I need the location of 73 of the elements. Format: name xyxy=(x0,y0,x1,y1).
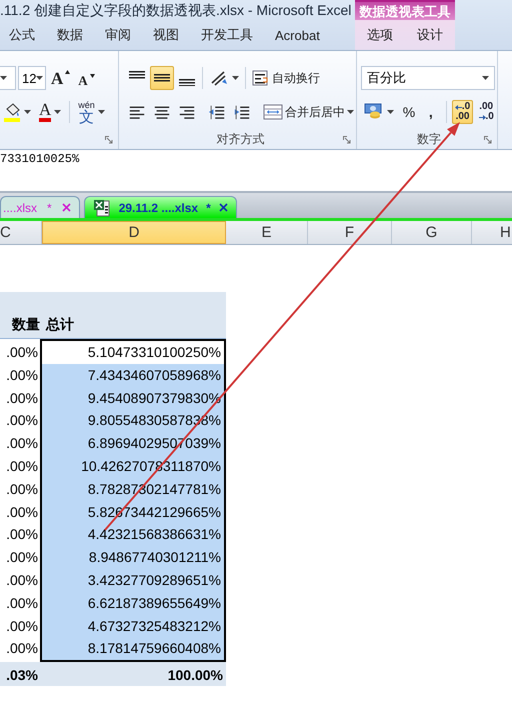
down-triangle-icon xyxy=(90,74,95,78)
context-group-title: 数据透视表工具 xyxy=(355,0,455,20)
excel-file-icon xyxy=(92,198,111,216)
launcher-icon xyxy=(105,136,113,144)
window-title: .11.2 创建自定义字段的数据透视表.xlsx - Microsoft Excel xyxy=(0,1,352,20)
up-triangle-icon xyxy=(65,70,70,74)
decrease-decimal-button[interactable]: .00 .0 xyxy=(475,100,497,124)
money-icon xyxy=(364,103,384,121)
table-cell: 8.17814759660408% xyxy=(42,637,224,660)
caret-icon xyxy=(482,76,489,80)
formula-bar-value[interactable]: 7331010025% xyxy=(0,150,150,170)
ribbon-tab[interactable]: Acrobat xyxy=(266,23,333,47)
merge-center-button[interactable]: 合并后居中 xyxy=(260,100,357,124)
caret-icon xyxy=(347,110,354,114)
wrap-text-icon xyxy=(252,69,270,87)
table-cell: 3.42327709289651% xyxy=(42,568,224,592)
ribbon-tab[interactable]: 数据 xyxy=(48,23,96,47)
caret-icon xyxy=(0,76,6,80)
document-tab-label: ....xlsx xyxy=(3,200,38,214)
ribbon-tab[interactable]: 公式 xyxy=(0,23,48,47)
close-icon xyxy=(218,203,228,212)
ribbon-tab[interactable]: 选项 xyxy=(360,23,400,47)
column-header[interactable]: F xyxy=(308,221,392,244)
font-color-button[interactable]: A xyxy=(36,100,64,124)
table-cell: 6.62187389655649% xyxy=(42,592,224,615)
column-header[interactable]: E xyxy=(226,221,308,244)
percent-style-button[interactable]: % xyxy=(399,100,419,124)
right-arrow-icon xyxy=(478,114,486,120)
caret-icon xyxy=(24,110,31,114)
phonetic-guide-button[interactable]: wén 文 xyxy=(75,100,108,124)
caret-icon xyxy=(36,76,44,80)
shrink-font-button[interactable]: A xyxy=(75,66,98,90)
caret-icon xyxy=(232,76,239,80)
column-header[interactable]: G xyxy=(392,221,472,244)
lines-icon xyxy=(179,78,195,86)
document-tab-label: 29.11.2 ....xlsx xyxy=(118,200,198,214)
lines-icon xyxy=(129,71,145,78)
modified-mark: * xyxy=(206,200,211,214)
caret-icon xyxy=(54,110,62,114)
table-cell: 4.67327325483212% xyxy=(42,614,224,638)
vertical-align-button[interactable] xyxy=(150,66,174,90)
paint-bucket-icon xyxy=(3,102,21,122)
increase-decimal-button[interactable]: .0 .00 xyxy=(452,100,474,124)
modified-mark: * xyxy=(47,200,52,214)
column-heading: 数量 xyxy=(12,316,40,334)
wrap-text-button[interactable]: 自动换行 xyxy=(249,66,323,90)
group-label: 对齐方式 xyxy=(216,130,264,148)
comma-style-button[interactable]: , xyxy=(420,100,441,124)
grow-font-button[interactable]: A xyxy=(48,66,74,90)
close-icon xyxy=(62,203,71,212)
font-size-combo[interactable]: 12 xyxy=(18,66,46,90)
ribbon-tab[interactable]: 视图 xyxy=(144,23,192,47)
caret-icon xyxy=(98,110,105,114)
group-label: 数字 xyxy=(417,130,441,148)
document-tab[interactable]: 29.11.2 ....xlsx * xyxy=(84,196,237,218)
merge-cells-icon xyxy=(263,103,283,121)
launcher-icon xyxy=(484,136,492,144)
column-header[interactable]: D xyxy=(42,221,226,244)
ribbon-tab[interactable]: 设计 xyxy=(410,23,450,47)
column-heading: 总计 xyxy=(46,316,74,334)
ribbon-tab[interactable]: 开发工具 xyxy=(192,23,266,47)
column-header[interactable]: H xyxy=(472,221,512,244)
slanted-lines-icon xyxy=(209,69,229,87)
caret-icon xyxy=(387,110,394,114)
number-format-combo[interactable]: 百分比 xyxy=(361,66,495,90)
table-cell: 7.43434607058968% xyxy=(42,364,224,387)
table-cell: 8.94867740301211% xyxy=(42,546,224,569)
ribbon-tab[interactable]: 审阅 xyxy=(96,23,144,47)
table-cell: 9.45408907379830% xyxy=(42,386,224,410)
left-arrow-icon xyxy=(454,104,462,110)
lines-icon xyxy=(154,74,170,82)
launcher-icon xyxy=(343,136,351,144)
table-cell: 4.42321568386631% xyxy=(42,523,224,546)
